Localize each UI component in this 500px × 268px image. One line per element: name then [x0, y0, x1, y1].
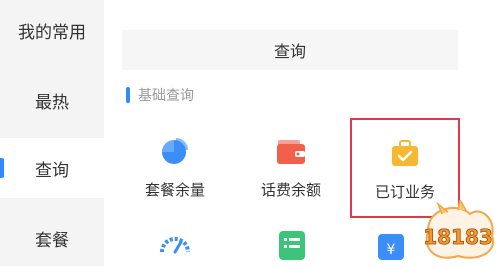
sidebar-item-label: 最热 — [35, 92, 69, 113]
section-title: 基础查询 — [138, 88, 194, 104]
sidebar-item-hot[interactable]: 最热 — [0, 70, 104, 130]
sidebar-item-label: 套餐 — [35, 230, 69, 251]
sidebar-item-query[interactable]: 查询 — [0, 138, 104, 198]
tile-label: 话费余额 — [260, 181, 321, 199]
site-watermark-logo: 18183 — [423, 200, 495, 259]
yuan-card-icon[interactable]: ¥ — [376, 228, 408, 260]
sidebar-item-label: 我的常用 — [18, 22, 86, 43]
tile-package-balance[interactable]: 套餐余量 — [120, 118, 230, 218]
section-header: 基础查询 — [126, 85, 194, 105]
category-sidebar: 我的常用 最热 查询 套餐 — [0, 0, 104, 266]
list-icon[interactable] — [276, 228, 308, 260]
sidebar-item-plans[interactable]: 套餐 — [0, 208, 104, 268]
tile-phone-balance[interactable]: 话费余额 — [236, 118, 346, 218]
speedometer-icon[interactable] — [159, 228, 191, 260]
panel-title: 查询 — [122, 30, 458, 70]
tile-label: 套餐余量 — [144, 181, 205, 199]
svg-text:18183: 18183 — [423, 225, 493, 249]
sidebar-item-label: 查询 — [35, 160, 69, 181]
briefcase-check-icon — [392, 140, 418, 166]
wallet-icon — [277, 140, 305, 164]
tile-label: 已订业务 — [374, 183, 435, 201]
svg-text:¥: ¥ — [387, 242, 396, 258]
pie-chart-icon — [162, 138, 188, 164]
section-marker — [126, 87, 130, 103]
sidebar-item-favorites[interactable]: 我的常用 — [0, 0, 104, 60]
